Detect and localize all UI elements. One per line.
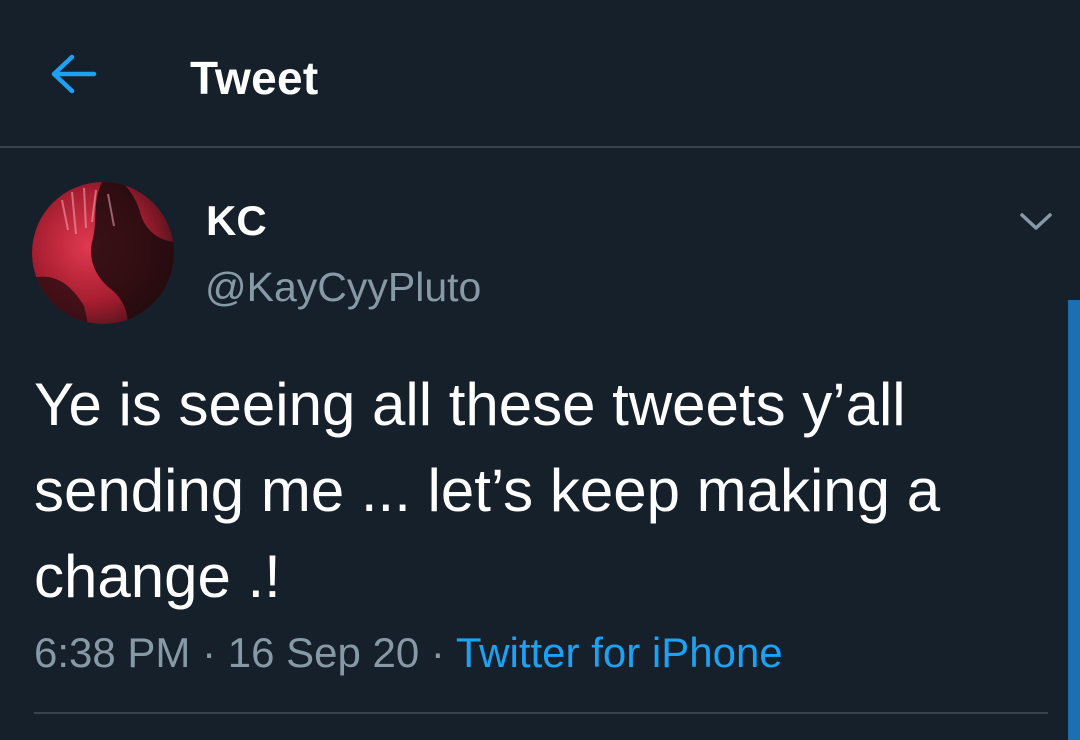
author-handle[interactable]: @KayCyyPluto bbox=[205, 262, 481, 312]
avatar[interactable] bbox=[32, 182, 174, 324]
back-button[interactable] bbox=[44, 44, 104, 104]
tweet-options-button[interactable] bbox=[1010, 196, 1062, 248]
avatar-photo bbox=[32, 182, 174, 324]
top-app-bar: Tweet bbox=[0, 0, 1080, 148]
tweet-text: Ye is seeing all these tweets y’all send… bbox=[34, 371, 941, 610]
chevron-down-icon bbox=[1020, 213, 1052, 230]
tweet-metadata: 6:38 PM · 16 Sep 20 · Twitter for iPhone bbox=[34, 626, 783, 680]
tweet-detail-screen: Tweet KC @KayCyyPluto Ye is seeing all t… bbox=[0, 0, 1080, 740]
meta-separator: · bbox=[190, 629, 228, 676]
tweet-time[interactable]: 6:38 PM bbox=[34, 629, 190, 676]
author-display-name[interactable]: KC bbox=[206, 196, 267, 246]
divider bbox=[34, 712, 1048, 714]
tweet-date[interactable]: 16 Sep 20 bbox=[228, 629, 420, 676]
scrollbar[interactable] bbox=[1068, 300, 1080, 740]
arrow-left-icon bbox=[51, 54, 97, 94]
meta-separator: · bbox=[419, 629, 456, 676]
page-title: Tweet bbox=[190, 52, 319, 104]
tweet-source-link[interactable]: Twitter for iPhone bbox=[456, 629, 783, 676]
